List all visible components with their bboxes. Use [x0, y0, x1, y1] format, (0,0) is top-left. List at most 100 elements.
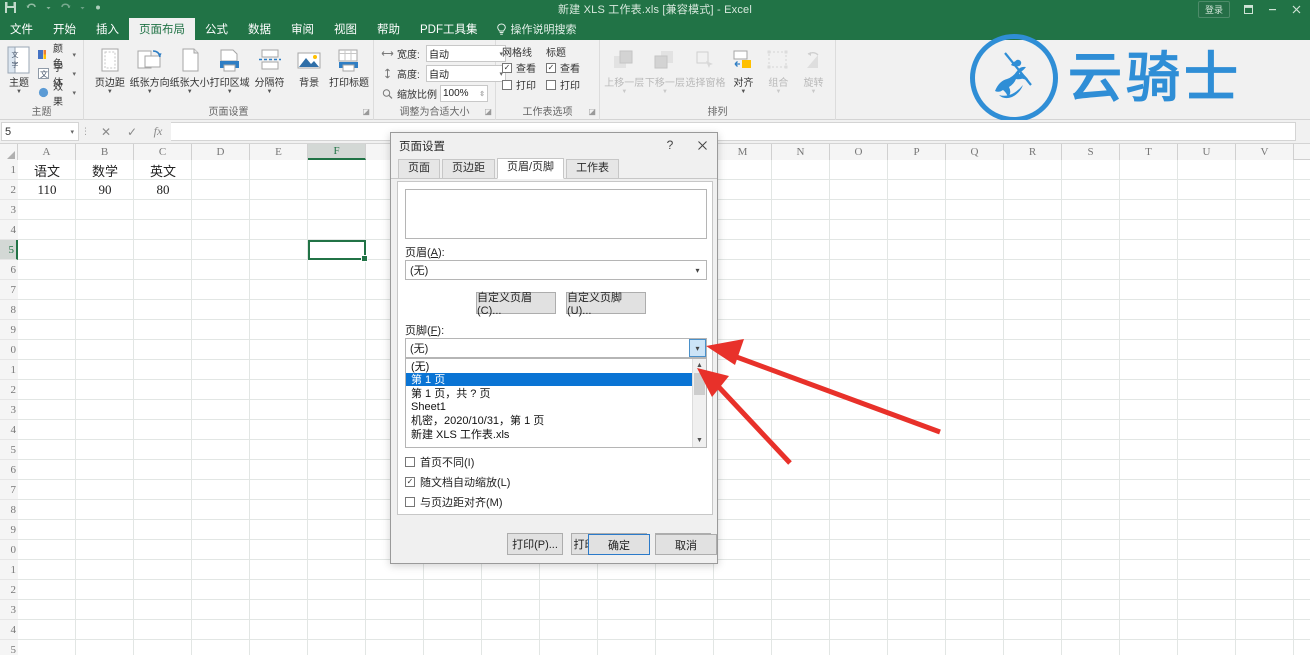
tab-data[interactable]: 数据 [238, 18, 281, 40]
row-header[interactable]: 3 [0, 200, 18, 220]
dialog-tab-sheet[interactable]: 工作表 [566, 159, 620, 178]
column-header-V[interactable]: V [1236, 144, 1294, 160]
footer-dropdown-list[interactable]: (无) 第 1 页 第 1 页，共 ? 页 Sheet1 机密，2020/10/… [405, 358, 707, 448]
row-header[interactable]: 5 [0, 440, 18, 460]
row-header[interactable]: 1 [0, 360, 18, 380]
print-button[interactable]: 打印(P)... [507, 533, 563, 555]
dialog-tab-margins[interactable]: 页边距 [442, 159, 495, 178]
row-header[interactable]: 2 [0, 180, 18, 200]
group-button[interactable]: 组合 ▼ [761, 43, 796, 95]
active-cell-selection[interactable] [308, 240, 368, 262]
column-header-B[interactable]: B [76, 144, 134, 160]
close-icon[interactable] [1284, 0, 1308, 18]
align-with-margins-checkbox[interactable] [405, 497, 415, 507]
cell[interactable]: 英文 [134, 160, 192, 180]
tab-formulas[interactable]: 公式 [195, 18, 238, 40]
cell[interactable]: 90 [76, 180, 134, 200]
print-area-chevron-down-icon[interactable]: ▼ [227, 89, 233, 95]
ok-button[interactable]: 确定 [588, 534, 650, 555]
row-header[interactable]: 1 [0, 560, 18, 580]
theme-colors-chevron-down-icon[interactable]: ▾ [72, 51, 76, 59]
dialog-tab-header-footer[interactable]: 页眉/页脚 [497, 158, 565, 179]
tab-home[interactable]: 开始 [43, 18, 86, 40]
footer-chevron-down-icon[interactable]: ▾ [689, 339, 706, 357]
row-header[interactable]: 2 [0, 580, 18, 600]
column-header-F[interactable]: F [308, 144, 366, 160]
print-area-button[interactable]: 打印区域 ▼ [210, 43, 250, 95]
row-header[interactable]: 0 [0, 540, 18, 560]
gridlines-print-row[interactable]: 打印 [502, 76, 536, 93]
row-header[interactable]: 9 [0, 320, 18, 340]
row-header[interactable]: 3 [0, 600, 18, 620]
orientation-chevron-down-icon[interactable]: ▼ [147, 89, 153, 95]
bring-forward-button[interactable]: 上移一层 ▼ [604, 43, 645, 95]
formula-bar-grip[interactable]: ⋮ [79, 126, 93, 137]
tab-insert[interactable]: 插入 [86, 18, 129, 40]
row-header[interactable]: 8 [0, 300, 18, 320]
formula-input[interactable] [171, 122, 1296, 141]
footer-combo[interactable]: (无) ▾ [405, 338, 707, 358]
row-header[interactable]: 5 [0, 640, 18, 655]
tab-review[interactable]: 审阅 [281, 18, 324, 40]
column-header-P[interactable]: P [888, 144, 946, 160]
row-header[interactable]: 5 [0, 240, 18, 260]
column-header-D[interactable]: D [192, 144, 250, 160]
scale-to-fit-dialog-launcher[interactable]: ◪ [484, 105, 492, 119]
different-first-page-row[interactable]: 首页不同(I) [405, 454, 474, 470]
background-button[interactable]: 背景 [289, 43, 329, 89]
tell-me-search[interactable]: 操作说明搜索 [488, 18, 585, 40]
list-item[interactable]: 第 1 页，共 ? 页 [406, 386, 706, 400]
header-combo[interactable]: (无) ▾ [405, 260, 707, 280]
breaks-chevron-down-icon[interactable]: ▼ [267, 89, 273, 95]
width-select[interactable]: 自动 ▾ [426, 45, 506, 62]
page-setup-dialog-launcher[interactable]: ◪ [362, 105, 370, 119]
print-titles-button[interactable]: 打印标题 [329, 43, 369, 89]
fx-icon[interactable]: fx [145, 124, 171, 139]
column-header-U[interactable]: U [1178, 144, 1236, 160]
select-all-corner[interactable] [0, 144, 18, 160]
selection-pane-button[interactable]: 选择窗格 [685, 43, 726, 89]
headings-print-row[interactable]: 打印 [546, 76, 580, 93]
dialog-tab-page[interactable]: 页面 [398, 159, 440, 178]
bring-forward-chevron-down-icon[interactable]: ▼ [621, 89, 627, 95]
dialog-title-buttons[interactable]: ? [659, 135, 713, 155]
row-header[interactable]: 2 [0, 380, 18, 400]
list-item[interactable]: (无) [406, 359, 706, 373]
headings-view-row[interactable]: 查看 [546, 59, 580, 76]
headings-print-checkbox[interactable] [546, 79, 556, 90]
column-header-A[interactable]: A [18, 144, 76, 160]
confirm-icon[interactable]: ✓ [119, 125, 145, 139]
scale-input[interactable]: 100% ⇳ [440, 85, 488, 102]
column-header-Q[interactable]: Q [946, 144, 1004, 160]
custom-footer-button[interactable]: 自定义页脚(U)... [566, 292, 646, 317]
cell[interactable]: 110 [18, 180, 76, 200]
cancel-icon[interactable]: ✕ [93, 125, 119, 139]
margins-button[interactable]: 页边距 ▼ [90, 43, 130, 95]
theme-effects-chevron-down-icon[interactable]: ▾ [72, 89, 76, 97]
tab-page-layout[interactable]: 页面布局 [129, 18, 195, 40]
column-header-C[interactable]: C [134, 144, 192, 160]
different-first-page-checkbox[interactable] [405, 457, 415, 467]
rotate-chevron-down-icon[interactable]: ▼ [811, 89, 817, 95]
send-backward-button[interactable]: 下移一层 ▼ [645, 43, 686, 95]
height-select[interactable]: 自动 ▾ [426, 65, 506, 82]
breaks-button[interactable]: 分隔符 ▼ [250, 43, 290, 95]
row-header[interactable]: 7 [0, 280, 18, 300]
name-box[interactable]: 5 ▾ [1, 122, 79, 141]
height-field-row[interactable]: 高度: 自动 ▾ [380, 64, 506, 83]
row-header[interactable]: 4 [0, 620, 18, 640]
width-field-row[interactable]: 宽度: 自动 ▾ [380, 44, 506, 63]
tab-pdf-tools[interactable]: PDF工具集 [410, 18, 488, 40]
align-with-margins-row[interactable]: 与页边距对齐(M) [405, 494, 503, 510]
column-header-S[interactable]: S [1062, 144, 1120, 160]
row-header[interactable]: 8 [0, 500, 18, 520]
gridlines-view-checkbox[interactable] [502, 62, 512, 73]
align-chevron-down-icon[interactable]: ▼ [740, 89, 746, 95]
row-header[interactable]: 9 [0, 520, 18, 540]
column-header-N[interactable]: N [772, 144, 830, 160]
rotate-button[interactable]: 旋转 ▼ [796, 43, 831, 95]
row-header[interactable]: 4 [0, 220, 18, 240]
restore-icon[interactable] [1236, 0, 1260, 18]
header-chevron-down-icon[interactable]: ▾ [689, 261, 706, 279]
scroll-up-icon[interactable]: ▲ [693, 359, 706, 372]
